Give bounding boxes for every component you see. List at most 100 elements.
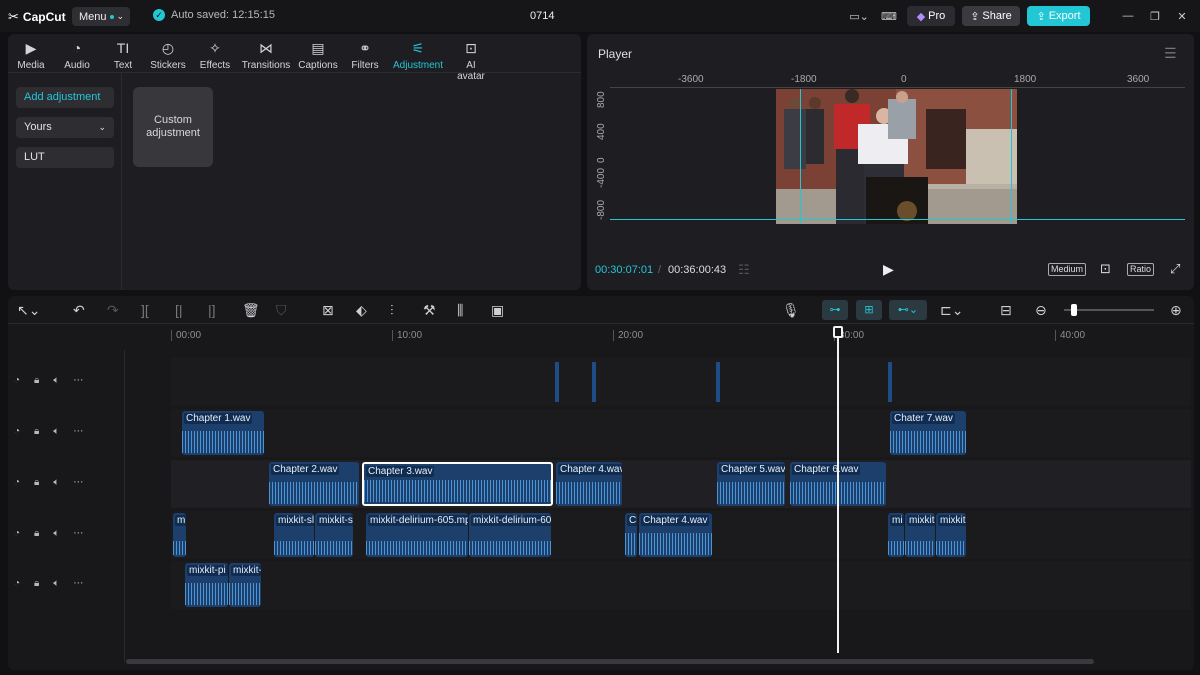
- audio-clip[interactable]: Chapter 4.wav: [639, 513, 712, 557]
- more-icon[interactable]: ⋯: [73, 426, 83, 437]
- share-button[interactable]: ⇪ Share: [962, 6, 1020, 26]
- more-icon[interactable]: ⋯: [73, 477, 83, 488]
- video-preview[interactable]: [776, 89, 1017, 224]
- play-icon[interactable]: ▶: [883, 261, 894, 278]
- minimize-icon[interactable]: —: [1118, 6, 1138, 26]
- hamburger-menu-icon[interactable]: ☰: [1164, 45, 1177, 62]
- playhead-handle[interactable]: [833, 326, 843, 338]
- zoom-slider[interactable]: [1064, 309, 1154, 311]
- restore-icon[interactable]: ❐: [1145, 6, 1165, 26]
- audio-clip-selected[interactable]: Chapter 3.wav: [362, 462, 553, 506]
- lock-icon[interactable]: 🔒︎: [34, 477, 39, 488]
- ratio-button[interactable]: Ratio: [1127, 263, 1155, 276]
- volume-icon[interactable]: 🔈︎: [53, 528, 59, 539]
- audio-clip[interactable]: mixkit-sl: [315, 513, 353, 557]
- more-icon[interactable]: ⋯: [73, 578, 83, 589]
- tool-effects[interactable]: ✧ Effects: [195, 40, 235, 71]
- timeline-scrollbar[interactable]: [126, 659, 1094, 664]
- split-left-icon[interactable]: [|: [175, 302, 183, 318]
- audio-clip[interactable]: Ch: [625, 513, 637, 557]
- tool-ai-avatar[interactable]: ⊡ AI avatar: [451, 40, 491, 82]
- track-audio-icon[interactable]: ◔: [14, 477, 20, 488]
- tool-transitions[interactable]: ⋈ Transitions: [241, 40, 291, 71]
- audio-clip[interactable]: mixkit: [905, 513, 935, 557]
- export-button[interactable]: ⇪ Export: [1027, 6, 1090, 26]
- main-track-magnet-icon[interactable]: ⊶: [822, 300, 848, 320]
- clip-marker[interactable]: [888, 362, 892, 402]
- audio-clip[interactable]: mixkit: [936, 513, 966, 557]
- link-icon[interactable]: ⊷⌄: [889, 300, 927, 320]
- ai-tag-icon[interactable]: ⬖: [356, 302, 367, 318]
- magic-wand-icon[interactable]: ⚒: [423, 302, 436, 318]
- preview-axis-icon[interactable]: ⊏⌄: [940, 302, 963, 318]
- tool-filters[interactable]: ⚭ Filters: [345, 40, 385, 71]
- audio-clip[interactable]: Chater 7.wav: [890, 411, 966, 455]
- clip-marker[interactable]: [716, 362, 720, 402]
- track-audio-icon[interactable]: ◔: [14, 528, 20, 539]
- audio-clip[interactable]: Chapter 5.wav: [717, 462, 785, 506]
- shield-icon[interactable]: ⛉: [276, 302, 287, 318]
- audio-adjust-icon[interactable]: ⫶: [390, 302, 394, 318]
- yours-dropdown[interactable]: Yours ⌄: [16, 117, 114, 138]
- track-audio-icon[interactable]: ◔: [14, 578, 20, 589]
- playhead[interactable]: [837, 330, 839, 653]
- audio-clip[interactable]: mixkit-delirium-60: [469, 513, 551, 557]
- volume-icon[interactable]: 🔈︎: [53, 426, 59, 437]
- track-audio-icon[interactable]: ◔: [14, 426, 20, 437]
- redo-icon[interactable]: ↷: [107, 302, 119, 318]
- audio-clip[interactable]: mixkit-pi: [185, 563, 228, 607]
- waveform-icon[interactable]: ⫼: [457, 302, 463, 318]
- timecode-grid-icon[interactable]: ☷: [738, 262, 750, 278]
- audio-clip[interactable]: mixkit-sl: [274, 513, 314, 557]
- zoom-out-icon[interactable]: ⊖: [1035, 302, 1047, 318]
- fullscreen-icon[interactable]: ⤢: [1170, 261, 1180, 277]
- custom-adjustment-card[interactable]: Custom adjustment: [133, 87, 213, 167]
- layout-icon[interactable]: ▭⌄: [844, 6, 874, 26]
- lock-icon[interactable]: 🔒︎: [34, 375, 39, 386]
- zoom-slider-handle[interactable]: [1071, 304, 1077, 316]
- lut-button[interactable]: LUT: [16, 147, 114, 168]
- add-adjustment-button[interactable]: Add adjustment: [16, 87, 114, 108]
- tool-media[interactable]: ▶ Media: [11, 40, 51, 71]
- microphone-icon[interactable]: 🎙: [782, 302, 800, 318]
- more-icon[interactable]: ⋯: [73, 528, 83, 539]
- pro-button[interactable]: ◆ Pro: [907, 6, 955, 26]
- volume-icon[interactable]: 🔈︎: [53, 578, 59, 589]
- quality-button[interactable]: Medium: [1048, 263, 1087, 276]
- crop-icon[interactable]: ⊡: [1100, 261, 1111, 277]
- volume-icon[interactable]: 🔈︎: [53, 477, 59, 488]
- split-icon[interactable]: ][: [141, 302, 149, 318]
- menu-button[interactable]: Menu ⌄: [72, 7, 130, 26]
- audio-clip[interactable]: Chapter 1.wav: [182, 411, 264, 455]
- volume-icon[interactable]: 🔈︎: [53, 375, 59, 386]
- keyboard-icon[interactable]: ⌨: [878, 6, 900, 26]
- close-icon[interactable]: ✕: [1172, 6, 1192, 26]
- tool-audio[interactable]: ◔ Audio: [57, 40, 97, 71]
- select-tool-icon[interactable]: ↖⌄: [17, 302, 40, 318]
- zoom-in-icon[interactable]: ⊕: [1170, 302, 1182, 318]
- audio-clip[interactable]: mixkit-: [229, 563, 261, 607]
- track-audio-icon[interactable]: ◔: [14, 375, 20, 386]
- split-right-icon[interactable]: |]: [208, 302, 216, 318]
- undo-icon[interactable]: ↶: [73, 302, 85, 318]
- tool-captions[interactable]: ▤ Captions: [298, 40, 338, 71]
- screen-icon[interactable]: ⊟: [1000, 302, 1012, 318]
- media-icon[interactable]: ▣: [491, 302, 504, 318]
- lock-icon[interactable]: 🔒︎: [34, 426, 39, 437]
- tool-stickers[interactable]: ◴ Stickers: [148, 40, 188, 71]
- audio-clip[interactable]: mixkit-delirium-605.mp: [366, 513, 468, 557]
- media-replace-icon[interactable]: ⊠: [322, 302, 334, 318]
- tool-adjustment[interactable]: ⚟ Adjustment: [391, 40, 445, 71]
- lock-icon[interactable]: 🔒︎: [34, 528, 39, 539]
- audio-clip[interactable]: Chapter 4.wav: [556, 462, 622, 506]
- clip-marker[interactable]: [592, 362, 596, 402]
- delete-icon[interactable]: 🗑: [242, 302, 260, 318]
- audio-clip[interactable]: Chapter 2.wav: [269, 462, 359, 506]
- snap-icon[interactable]: ⊞: [856, 300, 882, 320]
- more-icon[interactable]: ⋯: [73, 375, 83, 386]
- lock-icon[interactable]: 🔒︎: [34, 578, 39, 589]
- tool-text[interactable]: TI Text: [103, 40, 143, 71]
- audio-clip[interactable]: mi: [888, 513, 904, 557]
- clip-marker[interactable]: [555, 362, 559, 402]
- audio-clip[interactable]: mi: [173, 513, 186, 557]
